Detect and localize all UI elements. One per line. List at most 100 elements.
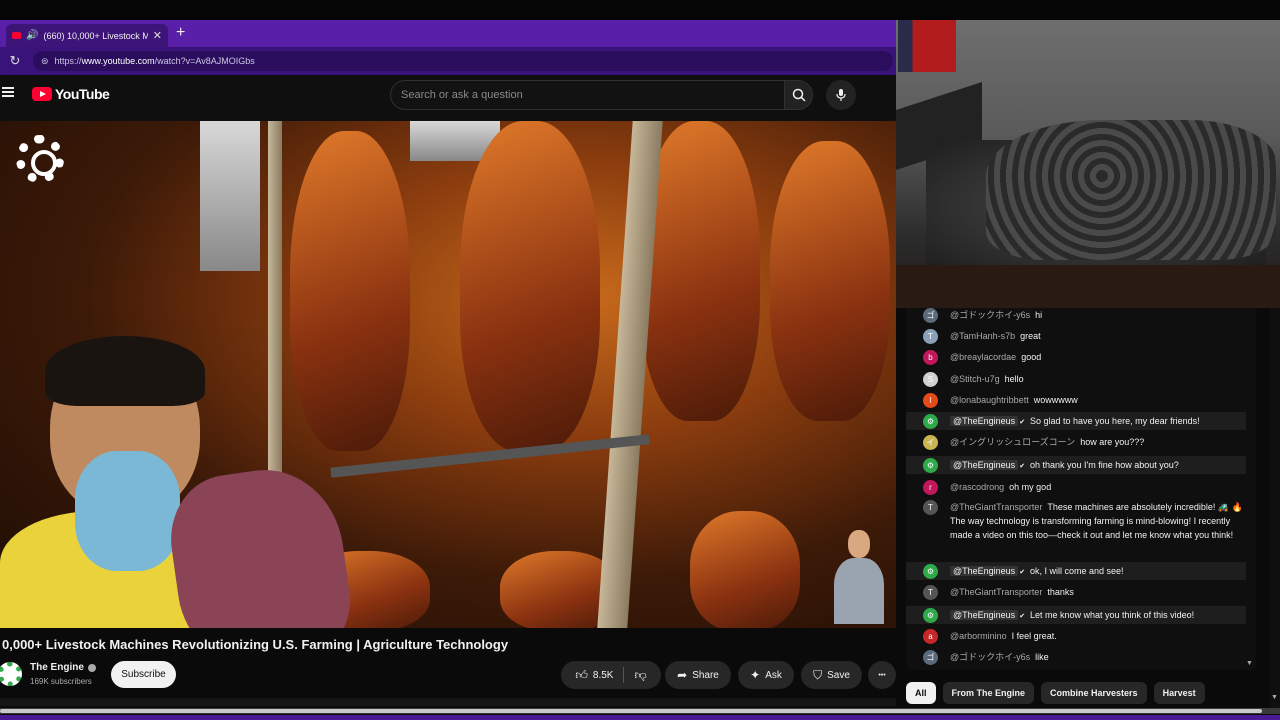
video-scene-duck xyxy=(290,131,410,451)
chat-message-text: oh thank you I'm fine how about you? xyxy=(1030,460,1179,470)
chat-message: T @TheGiantTransporter These machines are … xyxy=(906,500,1246,546)
youtube-logo[interactable]: YouTube xyxy=(32,86,110,102)
chat-author-avatar[interactable]: イ xyxy=(923,435,938,450)
chat-message: b @breaylacordae good xyxy=(906,350,1246,365)
dislike-button[interactable]: 👎︎ xyxy=(634,668,646,683)
browser-tab-youtube[interactable]: 🔊 (660) 10,000+ Livestock Machi ✕ xyxy=(6,24,168,47)
youtube-favicon-icon xyxy=(12,32,21,39)
chat-author-avatar[interactable]: ⚙ xyxy=(923,414,938,429)
filter-chip[interactable]: From The Engine xyxy=(942,682,1035,704)
chat-author-name[interactable]: @TheEngineus xyxy=(950,610,1019,620)
chat-scroll-down-icon[interactable]: ▼ xyxy=(1246,660,1253,667)
chat-author-name[interactable]: @TheGiantTransporter xyxy=(950,502,1042,512)
close-tab-icon[interactable]: ✕ xyxy=(153,29,162,42)
live-chat-panel[interactable]: ゴ @ゴドックホイ-y6s hi T @TamHanh-s7b great b @breayl… xyxy=(906,308,1256,670)
chat-author-name[interactable]: @ゴドックホイ-y6s xyxy=(950,310,1030,320)
youtube-play-icon xyxy=(32,87,52,101)
filter-chip[interactable]: Harvest xyxy=(1153,682,1205,704)
site-info-icon[interactable]: ⊜ xyxy=(41,56,49,67)
verified-check-icon: ✔ xyxy=(1019,569,1027,576)
filter-chip[interactable]: All xyxy=(906,682,936,704)
chat-message-text: Let me know what you think of this video… xyxy=(1030,610,1195,620)
chat-author-avatar[interactable]: ⚙ xyxy=(923,458,938,473)
chat-author-name[interactable]: @TheEngineus xyxy=(950,566,1019,576)
chat-author-name[interactable]: @TamHanh-s7b xyxy=(950,331,1015,341)
chat-author-avatar[interactable]: T xyxy=(923,585,938,600)
chat-message-text: hello xyxy=(1004,374,1024,384)
video-scene-mask xyxy=(75,451,180,571)
chat-author-avatar[interactable]: T xyxy=(923,329,938,344)
chat-author-name[interactable]: @breaylacordae xyxy=(950,352,1016,362)
share-button[interactable]: ➦ Share xyxy=(665,661,731,689)
filter-chip[interactable]: Combine Harvesters xyxy=(1041,682,1147,704)
search-icon xyxy=(792,88,806,102)
ask-button[interactable]: ✦ Ask xyxy=(738,661,794,689)
chat-author-avatar[interactable]: T xyxy=(923,500,938,515)
chat-message-text: oh my god xyxy=(1009,482,1052,492)
chat-message-text: like xyxy=(1035,652,1049,662)
speaker-icon[interactable]: 🔊 xyxy=(26,30,38,41)
url-field[interactable]: ⊜ https://www.youtube.com/watch?v=Av8AJM… xyxy=(33,51,893,71)
like-divider xyxy=(623,667,624,683)
webcam-feed xyxy=(896,20,1280,308)
chat-author-name[interactable]: @arborminino xyxy=(950,631,1007,641)
chat-author-avatar[interactable]: a xyxy=(923,629,938,644)
filter-chips: All From The Engine Combine Harvesters Harv… xyxy=(906,682,1205,704)
save-button[interactable]: ⛉ Save xyxy=(801,661,862,689)
bookmark-icon: ⛉ xyxy=(813,667,823,682)
reload-icon[interactable]: ↻ xyxy=(0,53,30,69)
chat-message: a @arborminino I feel great. xyxy=(906,629,1246,644)
horizontal-scrollbar[interactable] xyxy=(0,708,1280,714)
chat-author-name[interactable]: @TheEngineus xyxy=(950,416,1019,426)
chat-author-avatar[interactable]: ゴ xyxy=(923,650,938,665)
more-icon: ••• xyxy=(878,671,886,679)
chat-author-avatar[interactable]: b xyxy=(923,350,938,365)
video-scene-duck xyxy=(460,121,600,451)
video-player[interactable] xyxy=(0,121,896,628)
more-actions-button[interactable]: ••• xyxy=(868,661,896,689)
address-bar: ↻ ⊜ https://www.youtube.com/watch?v=Av8A… xyxy=(0,47,896,75)
chat-message: ゴ @ゴドックホイ-y6s hi xyxy=(906,308,1246,323)
channel-name[interactable]: The Engine xyxy=(30,662,96,673)
chat-author-name[interactable]: @TheGiantTransporter xyxy=(950,587,1042,597)
verified-check-icon: ✔ xyxy=(1019,463,1027,470)
chat-author-name[interactable]: @lonabaughtribbett xyxy=(950,395,1029,405)
search-input[interactable]: Search or ask a question xyxy=(390,80,785,110)
chat-author-avatar[interactable]: ⚙ xyxy=(923,608,938,623)
ask-label: Ask xyxy=(765,669,782,681)
horizontal-scrollbar-thumb[interactable] xyxy=(0,709,1262,713)
chat-message: ⚙ @TheEngineus ✔ ok, I will come and see! xyxy=(906,562,1246,580)
below-video-strip xyxy=(0,698,896,706)
channel-avatar[interactable] xyxy=(0,662,22,686)
share-label: Share xyxy=(692,669,719,681)
hamburger-menu-icon[interactable] xyxy=(2,87,14,97)
like-button[interactable]: 👍︎ 8.5K xyxy=(575,668,613,683)
chat-author-avatar[interactable]: r xyxy=(923,480,938,495)
search-button[interactable] xyxy=(784,80,813,110)
chat-author-name[interactable]: @ゴドックホイ-y6s xyxy=(950,652,1030,662)
chat-message: T @TamHanh-s7b great xyxy=(906,329,1246,344)
video-scene-duck xyxy=(770,141,890,421)
scroll-down-arrow-icon[interactable]: ▼ xyxy=(1271,694,1278,701)
verified-badge-icon xyxy=(87,663,96,672)
chat-author-avatar[interactable]: ⚙ xyxy=(923,564,938,579)
chat-author-avatar[interactable]: S xyxy=(923,372,938,387)
chat-message-text: wowwwww xyxy=(1033,395,1078,405)
chat-author-avatar[interactable]: l xyxy=(923,393,938,408)
page-scrollbar[interactable]: ▼ xyxy=(1270,308,1280,708)
chat-author-name[interactable]: @rascodrong xyxy=(950,482,1004,492)
like-dislike-group: 👍︎ 8.5K 👎︎ xyxy=(561,661,661,689)
save-label: Save xyxy=(827,669,850,681)
chat-author-name[interactable]: @Stitch-u7g xyxy=(950,374,1000,384)
video-title: 0,000+ Livestock Machines Revolutionizin… xyxy=(2,637,509,652)
chat-author-name[interactable]: @イングリッシュローズコーン xyxy=(950,437,1075,447)
chat-message: T @TheGiantTransporter thanks xyxy=(906,585,1246,600)
subscribe-button[interactable]: Subscribe xyxy=(111,661,176,688)
chat-author-avatar[interactable]: ゴ xyxy=(923,308,938,323)
chat-author-name[interactable]: @TheEngineus xyxy=(950,460,1019,470)
microphone-icon xyxy=(836,89,846,101)
voice-search-button[interactable] xyxy=(826,80,856,110)
new-tab-button[interactable]: + xyxy=(176,24,185,42)
chat-message: ゴ @ゴドックホイ-y6s like xyxy=(906,650,1246,665)
chat-message-text: I feel great. xyxy=(1011,631,1057,641)
